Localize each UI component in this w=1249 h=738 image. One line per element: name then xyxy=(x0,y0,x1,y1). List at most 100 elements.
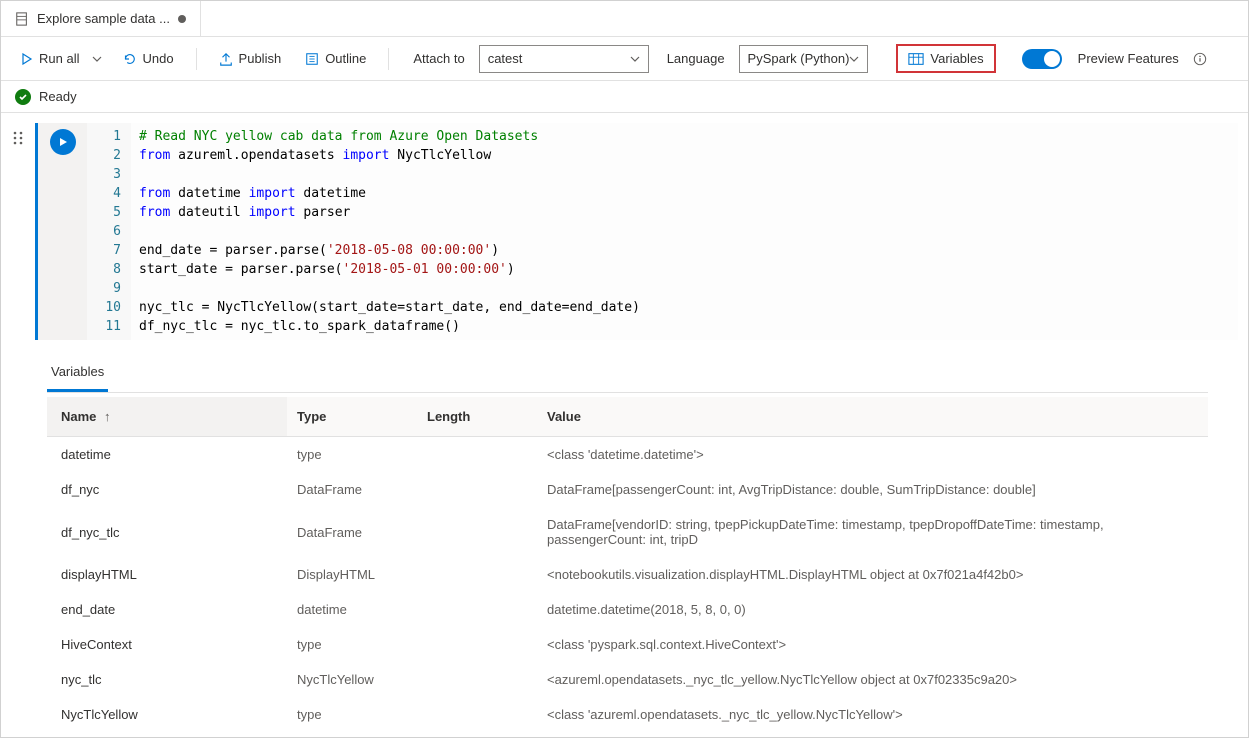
run-all-button[interactable]: Run all xyxy=(13,46,87,71)
var-value: DataFrame[vendorID: string, tpepPickupDa… xyxy=(537,507,1208,557)
var-length xyxy=(417,507,537,557)
table-row[interactable]: HiveContexttype <class 'pyspark.sql.conte… xyxy=(47,627,1208,662)
var-name: nyc_tlc xyxy=(47,662,287,697)
undo-icon xyxy=(122,52,136,66)
preview-label: Preview Features xyxy=(1078,51,1179,66)
table-row[interactable]: df_nycDataFrame DataFrame[passengerCount:… xyxy=(47,472,1208,507)
variables-button[interactable]: Variables xyxy=(896,44,995,73)
run-all-dropdown[interactable] xyxy=(87,46,106,71)
var-length xyxy=(417,697,537,732)
separator xyxy=(388,48,389,70)
chevron-down-icon xyxy=(630,54,640,64)
line-number: 6 xyxy=(87,222,121,241)
table-row[interactable]: end_datedatetime datetime.datetime(2018, … xyxy=(47,592,1208,627)
line-number: 4 xyxy=(87,184,121,203)
language-select[interactable]: PySpark (Python) xyxy=(739,45,869,73)
var-value: <class 'pyspark.sql.context.HiveContext'… xyxy=(537,627,1208,662)
col-name-header[interactable]: Name ↑ xyxy=(47,397,287,437)
variables-tab[interactable]: Variables xyxy=(47,354,108,392)
variables-label: Variables xyxy=(930,51,983,66)
code-line: from dateutil import parser xyxy=(139,203,1230,222)
cell-drag-handle[interactable] xyxy=(1,123,35,340)
var-name: end_date xyxy=(47,592,287,627)
table-row[interactable]: NycTlcYellowtype<class 'azureml.opendata… xyxy=(47,697,1208,732)
undo-button[interactable]: Undo xyxy=(114,46,181,71)
code-line: from azureml.opendatasets import NycTlcY… xyxy=(139,146,1230,165)
line-number: 9 xyxy=(87,279,121,298)
separator xyxy=(196,48,197,70)
var-value: <notebookutils.visualization.displayHTML… xyxy=(537,557,1208,592)
line-number: 8 xyxy=(87,260,121,279)
table-row[interactable]: displayHTMLDisplayHTML<notebookutils.vis… xyxy=(47,557,1208,592)
editor-tabs: Explore sample data ... xyxy=(1,1,1248,37)
outline-label: Outline xyxy=(325,51,366,66)
line-number: 3 xyxy=(87,165,121,184)
line-number: 7 xyxy=(87,241,121,260)
code-line: # Read NYC yellow cab data from Azure Op… xyxy=(139,127,1230,146)
variables-tabs: Variables xyxy=(47,354,1208,393)
publish-button[interactable]: Publish xyxy=(211,46,290,71)
var-name: displayHTML xyxy=(47,557,287,592)
var-type: type xyxy=(287,627,417,662)
status-ok-icon xyxy=(15,89,31,105)
var-length xyxy=(417,437,537,473)
language-value: PySpark (Python) xyxy=(748,51,850,66)
var-length xyxy=(417,627,537,662)
col-type-header[interactable]: Type xyxy=(287,397,417,437)
table-row[interactable]: df_nyc_tlcDataFrame DataFrame[vendorID: s… xyxy=(47,507,1208,557)
col-name-label: Name xyxy=(61,409,96,424)
var-name: datetime xyxy=(47,437,287,473)
info-icon[interactable] xyxy=(1193,52,1207,66)
var-type: type xyxy=(287,697,417,732)
unsaved-dot-icon xyxy=(178,15,186,23)
line-number: 5 xyxy=(87,203,121,222)
line-number: 2 xyxy=(87,146,121,165)
var-value: <class 'azureml.opendatasets._nyc_tlc_ye… xyxy=(537,697,1208,732)
var-length xyxy=(417,472,537,507)
notebook-tab[interactable]: Explore sample data ... xyxy=(1,1,201,36)
chevron-down-icon xyxy=(849,54,859,64)
var-value: <class 'datetime.datetime'> xyxy=(537,437,1208,473)
var-length xyxy=(417,662,537,697)
run-all-split: Run all xyxy=(13,46,106,71)
attach-to-select[interactable]: catest xyxy=(479,45,649,73)
undo-label: Undo xyxy=(142,51,173,66)
code-line: df_nyc_tlc = nyc_tlc.to_spark_dataframe(… xyxy=(139,317,1230,336)
cell-run-column xyxy=(35,123,87,340)
var-name: df_nyc_tlc xyxy=(47,507,287,557)
publish-label: Publish xyxy=(239,51,282,66)
notebook-icon xyxy=(15,12,29,26)
var-value: <azureml.opendatasets._nyc_tlc_yellow.Ny… xyxy=(537,662,1208,697)
run-cell-button[interactable] xyxy=(50,129,76,155)
code-line xyxy=(139,222,1230,241)
var-length xyxy=(417,557,537,592)
var-name: HiveContext xyxy=(47,627,287,662)
col-length-header[interactable]: Length xyxy=(417,397,537,437)
var-value: datetime.datetime(2018, 5, 8, 0, 0) xyxy=(537,592,1208,627)
tab-title: Explore sample data ... xyxy=(37,11,170,26)
status-bar: Ready xyxy=(1,81,1248,113)
col-value-header[interactable]: Value xyxy=(537,397,1208,437)
cell-area: 1234567891011 # Read NYC yellow cab data… xyxy=(1,113,1248,354)
code-line: start_date = parser.parse('2018-05-01 00… xyxy=(139,260,1230,279)
table-row[interactable]: datetimetype<class 'datetime.datetime'> xyxy=(47,437,1208,473)
var-value: DataFrame[passengerCount: int, AvgTripDi… xyxy=(537,472,1208,507)
var-type: DataFrame xyxy=(287,507,417,557)
sort-asc-icon: ↑ xyxy=(104,409,111,424)
toolbar: Run all Undo Publish Outline Attach to c… xyxy=(1,37,1248,81)
chevron-down-icon xyxy=(92,54,102,64)
language-label: Language xyxy=(667,51,725,66)
var-type: DataFrame xyxy=(287,472,417,507)
outline-button[interactable]: Outline xyxy=(297,46,374,71)
var-name: df_nyc xyxy=(47,472,287,507)
var-length xyxy=(417,592,537,627)
var-type: datetime xyxy=(287,592,417,627)
table-row[interactable]: nyc_tlcNycTlcYellow <azureml.opendatasets… xyxy=(47,662,1208,697)
code-line xyxy=(139,165,1230,184)
code-line: end_date = parser.parse('2018-05-08 00:0… xyxy=(139,241,1230,260)
code-cell: 1234567891011 # Read NYC yellow cab data… xyxy=(35,123,1238,340)
preview-toggle[interactable] xyxy=(1022,49,1062,69)
var-type: NycTlcYellow xyxy=(287,662,417,697)
code-editor[interactable]: # Read NYC yellow cab data from Azure Op… xyxy=(131,123,1238,340)
code-line: nyc_tlc = NycTlcYellow(start_date=start_… xyxy=(139,298,1230,317)
